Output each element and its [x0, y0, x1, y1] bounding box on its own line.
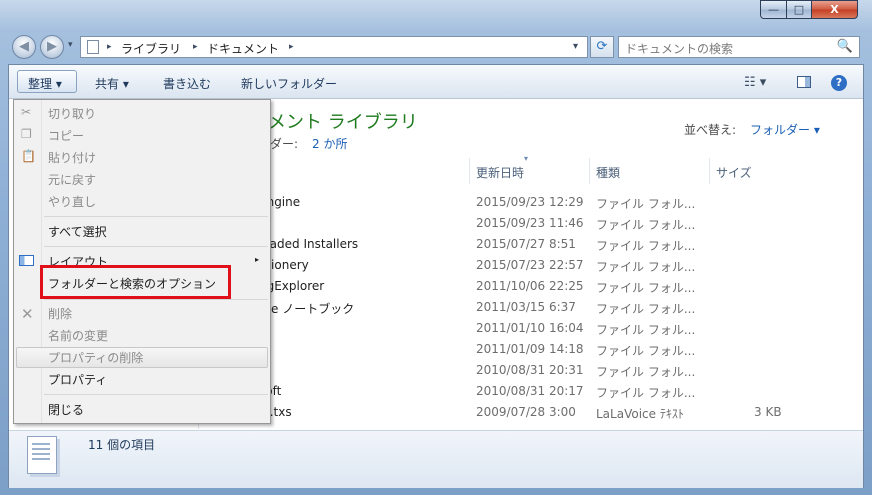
- menu-item-paste[interactable]: 貼り付け: [48, 149, 96, 166]
- recent-pages-dropdown[interactable]: ▾: [68, 40, 73, 50]
- breadcrumb-separator-icon[interactable]: ▸: [107, 42, 112, 52]
- menu-item-redo[interactable]: やり直し: [48, 193, 96, 210]
- file-row[interactable]: soft2010/08/31 20:17ファイル フォル...: [198, 381, 850, 402]
- file-type: ファイル フォル...: [596, 281, 696, 295]
- command-bar: 整理 ▾ 共有 ▾ 書き込む 新しいフォルダー ☷ ▾ ?: [9, 65, 863, 99]
- library-document-icon: [27, 436, 57, 474]
- file-type: ファイル フォル...: [596, 218, 696, 232]
- file-type: ファイル フォル...: [596, 239, 696, 253]
- file-row[interactable]: ationery 2015/07/23 22:57 ファイル フォル...: [198, 255, 850, 276]
- column-header-type[interactable]: 種類: [590, 158, 710, 184]
- refresh-button[interactable]: ⟳: [590, 36, 614, 58]
- file-type: ファイル フォル...: [596, 386, 696, 400]
- file-type: ファイル フォル...: [596, 197, 696, 211]
- file-date: 2011/10/06 22:25: [476, 279, 584, 293]
- file-type: LaLaVoice ﾃｷｽﾄ: [596, 407, 684, 421]
- file-row[interactable]: ote ノートブック 2011/03/15 6:37 ファイル フォル...: [198, 297, 850, 318]
- sort-indicator-icon: ▾: [524, 154, 529, 163]
- file-row[interactable]: loaded Installers 2015/07/27 8:51 ファイル フォル…: [198, 234, 850, 255]
- breadcrumb-separator-icon[interactable]: ▸: [193, 42, 198, 52]
- file-date: 2015/07/27 8:51: [476, 237, 576, 251]
- breadcrumb-documents[interactable]: ドキュメント: [207, 40, 279, 57]
- menu-separator: [44, 299, 268, 300]
- file-date: 2015/09/23 12:29: [476, 195, 584, 209]
- menu-item-remove-properties[interactable]: プロパティの削除: [48, 349, 143, 366]
- menu-separator: [44, 394, 268, 395]
- file-type: ファイル フォル...: [596, 323, 696, 337]
- new-folder-button[interactable]: 新しいフォルダー: [241, 75, 337, 92]
- delete-icon: ✕: [21, 305, 34, 323]
- search-input[interactable]: ドキュメントの検索 🔍: [618, 36, 860, 58]
- library-title: メント ライブラリ: [268, 112, 418, 133]
- title-bar[interactable]: [0, 0, 872, 30]
- address-dropdown-icon[interactable]: ▾: [573, 41, 578, 52]
- item-count: 11 個の項目: [88, 438, 156, 452]
- file-row[interactable]: 2011/01/10 16:04 ファイル フォル...: [198, 318, 850, 339]
- file-name: loaded Installers: [259, 237, 359, 251]
- file-date: 2009/07/28 3:00: [476, 405, 576, 419]
- sort-by-dropdown[interactable]: フォルダー ▾: [750, 121, 820, 138]
- file-type: ファイル フォル...: [596, 344, 696, 358]
- back-button[interactable]: ◀: [12, 35, 36, 59]
- menu-item-delete[interactable]: 削除: [48, 305, 72, 322]
- maximize-button[interactable]: □: [786, 0, 812, 19]
- submenu-arrow-icon: ▸: [255, 255, 260, 264]
- menu-item-select-all[interactable]: すべて選択: [48, 223, 107, 240]
- minimize-button[interactable]: —: [760, 0, 787, 19]
- file-date: 2015/07/23 22:57: [476, 258, 584, 272]
- file-date: 2011/01/10 16:04: [476, 321, 584, 335]
- menu-item-rename[interactable]: 名前の変更: [48, 327, 108, 344]
- file-size: 3 KB: [754, 405, 782, 419]
- menu-item-cut[interactable]: 切り取り: [48, 105, 96, 122]
- preview-pane-icon[interactable]: [797, 76, 811, 88]
- cut-icon: ✂: [21, 105, 32, 119]
- menu-item-properties[interactable]: プロパティ: [48, 371, 107, 388]
- file-row[interactable]: め2010/08/31 20:31ファイル フォル...: [198, 360, 850, 381]
- column-header-date[interactable]: 更新日時: [470, 158, 590, 184]
- search-placeholder: ドキュメントの検索: [625, 42, 734, 56]
- share-button[interactable]: 共有 ▾: [95, 75, 129, 92]
- breadcrumb-separator-icon[interactable]: ▸: [289, 42, 294, 52]
- layout-icon: [19, 255, 34, 266]
- menu-item-close[interactable]: 閉じる: [48, 401, 84, 418]
- help-icon[interactable]: ?: [831, 75, 847, 91]
- column-header-size[interactable]: サイズ: [710, 158, 850, 184]
- file-row[interactable]: Engine 2015/09/23 12:29 ファイル フォル...: [198, 192, 850, 213]
- file-row[interactable]: le.txs 2009/07/28 3:00 LaLaVoice ﾃｷｽﾄ 3 KB: [198, 402, 850, 423]
- search-icon[interactable]: 🔍: [837, 39, 853, 54]
- file-type: ファイル フォル...: [596, 260, 696, 274]
- address-bar[interactable]: ▸ ライブラリ ▸ ドキュメント ▸ ▾: [80, 36, 588, 58]
- highlight-annotation-box: [40, 265, 231, 299]
- forward-button[interactable]: ▶: [40, 35, 64, 59]
- copy-icon: ❐: [21, 127, 32, 141]
- file-row[interactable]: 2011/01/09 14:18 ファイル フォル...: [198, 339, 850, 360]
- close-button[interactable]: X: [811, 0, 858, 19]
- change-view-button[interactable]: ☷ ▾: [744, 75, 766, 90]
- breadcrumb-libraries[interactable]: ライブラリ: [121, 40, 181, 57]
- menu-item-undo[interactable]: 元に戻す: [48, 171, 96, 188]
- location-icon: [87, 40, 99, 54]
- file-type: ファイル フォル...: [596, 302, 696, 316]
- organize-button[interactable]: 整理 ▾: [17, 70, 77, 93]
- file-type: ファイル フォル...: [596, 365, 696, 379]
- file-date: 2015/09/23 11:46: [476, 216, 584, 230]
- paste-icon: 📋: [21, 149, 36, 163]
- file-date: 2010/08/31 20:17: [476, 384, 584, 398]
- burn-button[interactable]: 書き込む: [163, 75, 211, 92]
- file-row[interactable]: ngExplorer 2011/10/06 22:25 ファイル フォル...: [198, 276, 850, 297]
- menu-separator: [44, 246, 268, 247]
- sort-label: 並べ替え:: [684, 123, 737, 137]
- menu-separator: [44, 216, 268, 217]
- file-date: 2011/01/09 14:18: [476, 342, 584, 356]
- menu-item-copy[interactable]: コピー: [48, 127, 84, 144]
- file-date: 2011/03/15 6:37: [476, 300, 576, 314]
- library-locations-link[interactable]: 2 か所: [312, 135, 347, 152]
- file-date: 2010/08/31 20:31: [476, 363, 584, 377]
- file-name: ote ノートブック: [259, 302, 355, 316]
- file-row[interactable]: 2015/09/23 11:46 ファイル フォル...: [198, 213, 850, 234]
